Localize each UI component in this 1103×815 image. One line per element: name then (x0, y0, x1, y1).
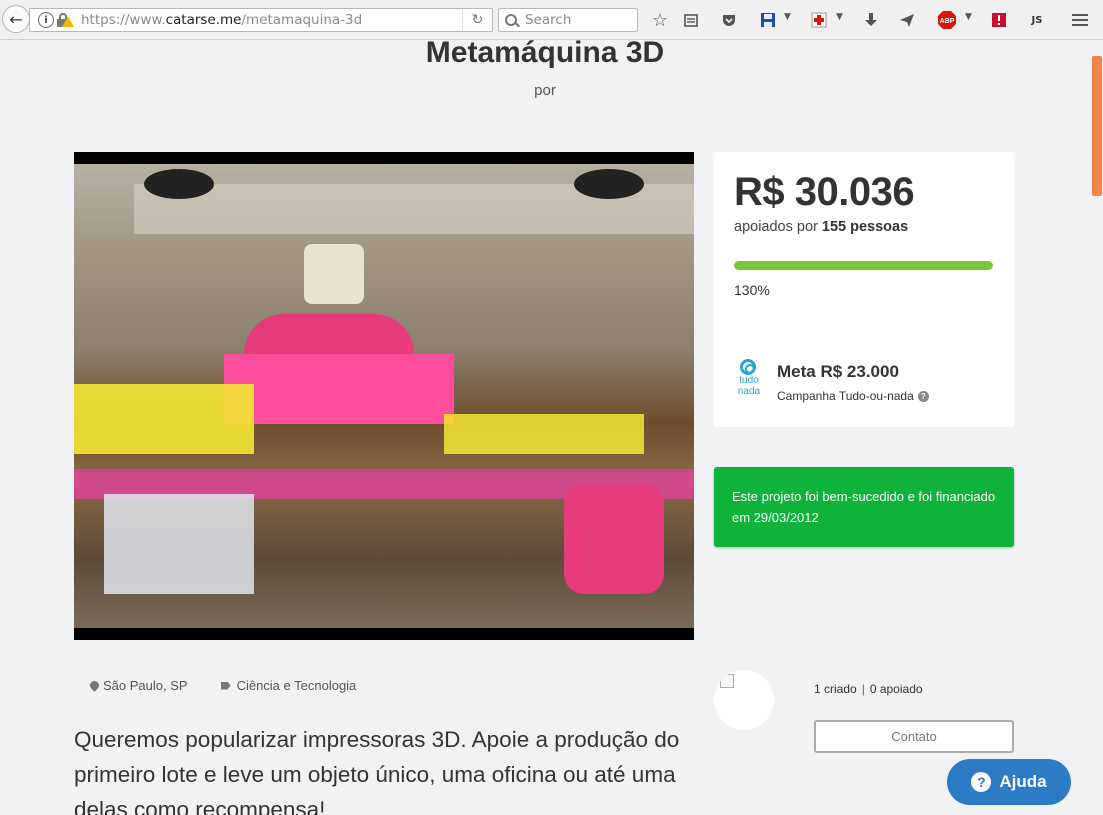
backers-line: apoiados por 155 pessoas (734, 219, 909, 235)
campaign-type: Campanha Tudo-ou-nada ? (777, 389, 929, 403)
contact-button[interactable]: Contato (814, 720, 1014, 753)
question-icon: ? (971, 772, 992, 792)
scrollbar[interactable] (1090, 40, 1103, 815)
project-headline: Queremos popularizar impressoras 3D. Apo… (74, 727, 680, 815)
addon-menu-chevron-icon[interactable]: ▼ (836, 12, 843, 22)
project-meta-row: São Paulo, SP Ciência e Tecnologia (88, 678, 357, 693)
video-frame (74, 164, 694, 628)
project-location[interactable]: São Paulo, SP (103, 678, 188, 693)
browser-toolbar: ← i https://www.catarse.me/metamaquina-3… (0, 0, 1103, 40)
success-status-box: Este projeto foi bem-sucedido e foi fina… (714, 467, 1014, 547)
project-video[interactable] (74, 152, 694, 640)
save-icon[interactable] (758, 10, 778, 30)
svg-text:ABP: ABP (940, 18, 955, 25)
adblock-icon[interactable]: ABP (937, 10, 957, 30)
pocket-icon[interactable] (719, 10, 739, 30)
javascript-toggle-icon[interactable]: JS (1027, 10, 1047, 30)
reading-list-icon[interactable] (681, 10, 701, 30)
url-bar[interactable]: i https://www.catarse.me/metamaquina-3d … (29, 8, 493, 32)
reload-icon[interactable]: ↻ (462, 9, 492, 31)
bookmark-star-icon[interactable]: ☆ (650, 10, 670, 31)
save-menu-chevron-icon[interactable]: ▼ (784, 12, 791, 22)
tudo-ou-nada-logo: tudo nada (734, 359, 764, 399)
tag-icon (220, 681, 231, 690)
adblock-menu-chevron-icon[interactable]: ▼ (965, 12, 972, 22)
info-icon[interactable]: i (38, 12, 54, 28)
help-label: Ajuda (999, 772, 1047, 791)
broken-image-icon (720, 674, 734, 688)
pledged-amount: R$ 30.036 (734, 170, 915, 214)
creator-avatar[interactable] (714, 670, 774, 730)
project-category[interactable]: Ciência e Tecnologia (237, 678, 357, 693)
help-circle-icon[interactable]: ? (917, 390, 929, 402)
back-button[interactable]: ← (2, 5, 30, 33)
help-widget-button[interactable]: ? Ajuda (947, 759, 1071, 805)
funding-progress-fill (734, 261, 993, 270)
search-icon (505, 14, 517, 26)
funding-stats-card: R$ 30.036 apoiados por 155 pessoas 130% … (714, 152, 1014, 427)
project-author-prefix: por (534, 82, 556, 99)
insecure-lock-icon[interactable] (57, 13, 74, 27)
menu-hamburger-icon[interactable] (1070, 10, 1090, 30)
location-pin-icon (88, 679, 101, 692)
backers-count: 155 pessoas (821, 219, 909, 235)
addon-red-alert-icon[interactable] (989, 10, 1009, 30)
scrollbar-thumb[interactable] (1092, 56, 1102, 196)
backed-count: 0 apoiado (869, 682, 923, 696)
back-arrow-icon: ← (9, 9, 23, 29)
success-message: Este projeto foi bem-sucedido e foi fina… (732, 489, 996, 525)
goal-amount: Meta R$ 23.000 (777, 362, 899, 381)
send-tab-icon[interactable] (897, 10, 917, 30)
funding-percentage: 130% (734, 282, 770, 298)
project-title: Metamáquina 3D (425, 36, 665, 69)
search-bar[interactable]: Search (498, 8, 638, 32)
addon-red-cross-icon[interactable] (809, 10, 829, 30)
search-placeholder: Search (525, 12, 572, 28)
campaign-type-label: Campanha Tudo-ou-nada (777, 389, 914, 403)
creator-stats: 1 criado | 0 apoiado (814, 682, 923, 696)
created-count: 1 criado (814, 682, 857, 696)
funding-progress-bar (734, 261, 993, 270)
download-icon[interactable] (861, 10, 881, 30)
url-text[interactable]: https://www.catarse.me/metamaquina-3d (81, 12, 362, 28)
